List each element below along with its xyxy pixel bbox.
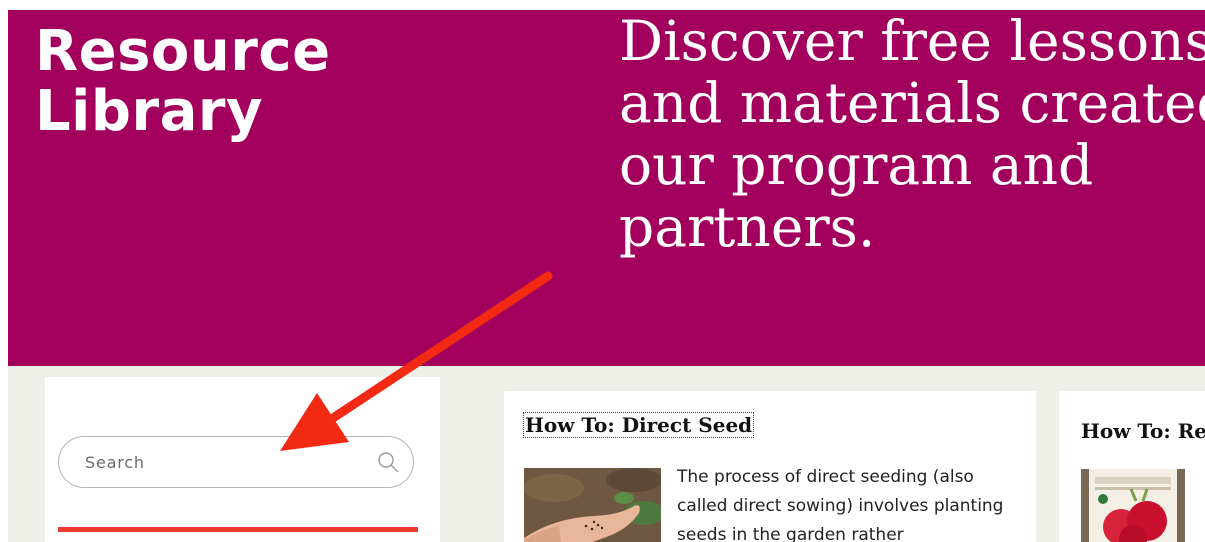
- resource-card[interactable]: How To: Direct Seed The process of direc…: [504, 391, 1036, 542]
- search-icon[interactable]: [377, 451, 399, 473]
- card-thumbnail-seeds-image[interactable]: [524, 468, 661, 542]
- hero-tagline-line: partners.: [619, 195, 876, 258]
- resource-card[interactable]: How To: Re: [1059, 391, 1205, 542]
- hero-tagline-line: and materials created: [619, 71, 1205, 135]
- card-excerpt: The process of direct seeding (also call…: [677, 467, 1004, 542]
- card-thumbnail-beet-image[interactable]: [1081, 469, 1185, 542]
- page-title: Resource Library: [35, 22, 331, 142]
- hero-tagline: Discover free lessons and materials crea…: [619, 10, 1205, 258]
- search-input[interactable]: [85, 437, 365, 487]
- hero-tagline-line: our program and: [619, 133, 1094, 197]
- search-box[interactable]: [58, 436, 414, 488]
- card-title-link[interactable]: How To: Re: [1081, 419, 1205, 443]
- hero-tagline-line: Discover free lessons: [619, 10, 1205, 73]
- page-title-line: Library: [35, 79, 263, 144]
- card-title-link[interactable]: How To: Direct Seed: [522, 412, 755, 438]
- filter-divider: [58, 527, 418, 532]
- hero-banner: Resource Library Discover free lessons a…: [8, 10, 1205, 366]
- page-title-line: Resource: [35, 19, 331, 84]
